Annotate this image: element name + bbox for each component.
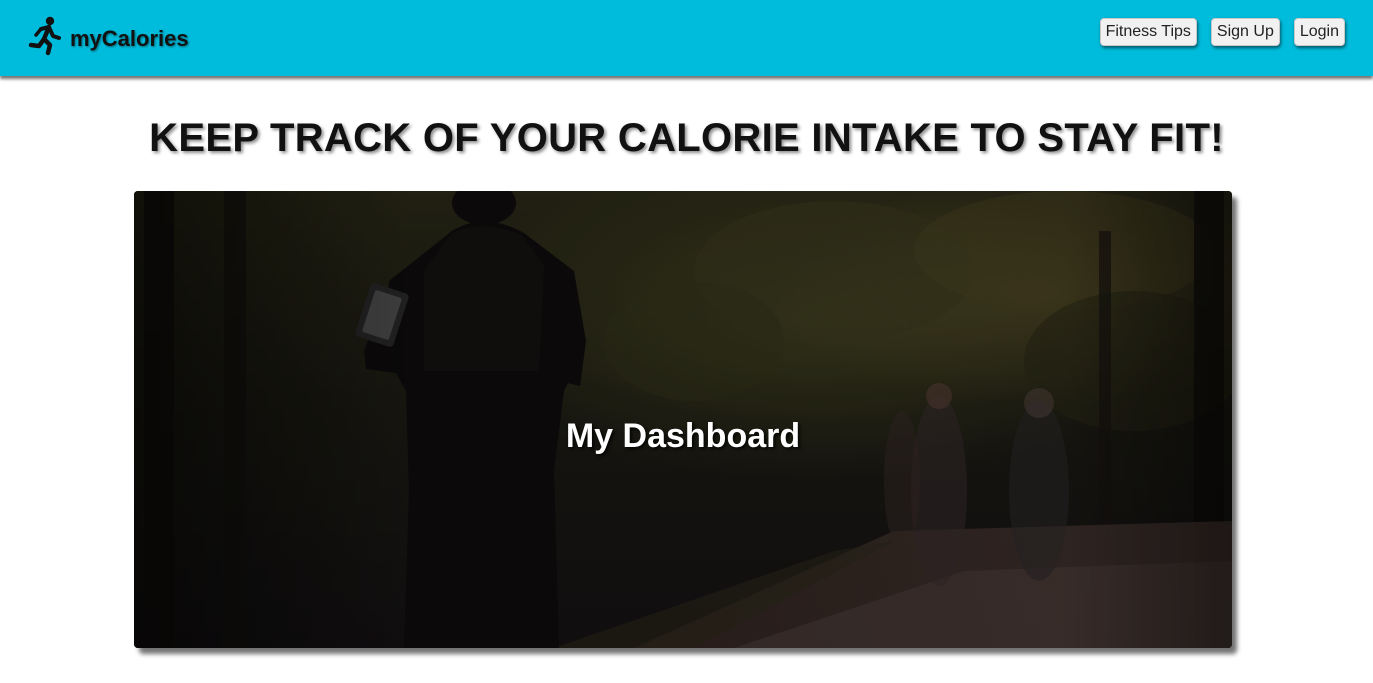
nav-actions: Fitness Tips Sign Up Login [1099, 18, 1345, 46]
running-person-icon [28, 16, 61, 56]
fitness-tips-button[interactable]: Fitness Tips [1099, 18, 1197, 46]
dashboard-hero-card[interactable]: My Dashboard [134, 191, 1232, 648]
my-dashboard-label: My Dashboard [565, 417, 801, 455]
brand-name: myCalories [70, 26, 189, 51]
sign-up-button[interactable]: Sign Up [1210, 18, 1280, 46]
top-navbar: myCalories Fitness Tips Sign Up Login [0, 0, 1373, 76]
login-button[interactable]: Login [1293, 18, 1345, 46]
brand-logo[interactable]: myCalories [28, 14, 189, 58]
page-headline: KEEP TRACK OF YOUR CALORIE INTAKE TO STA… [149, 116, 1224, 160]
